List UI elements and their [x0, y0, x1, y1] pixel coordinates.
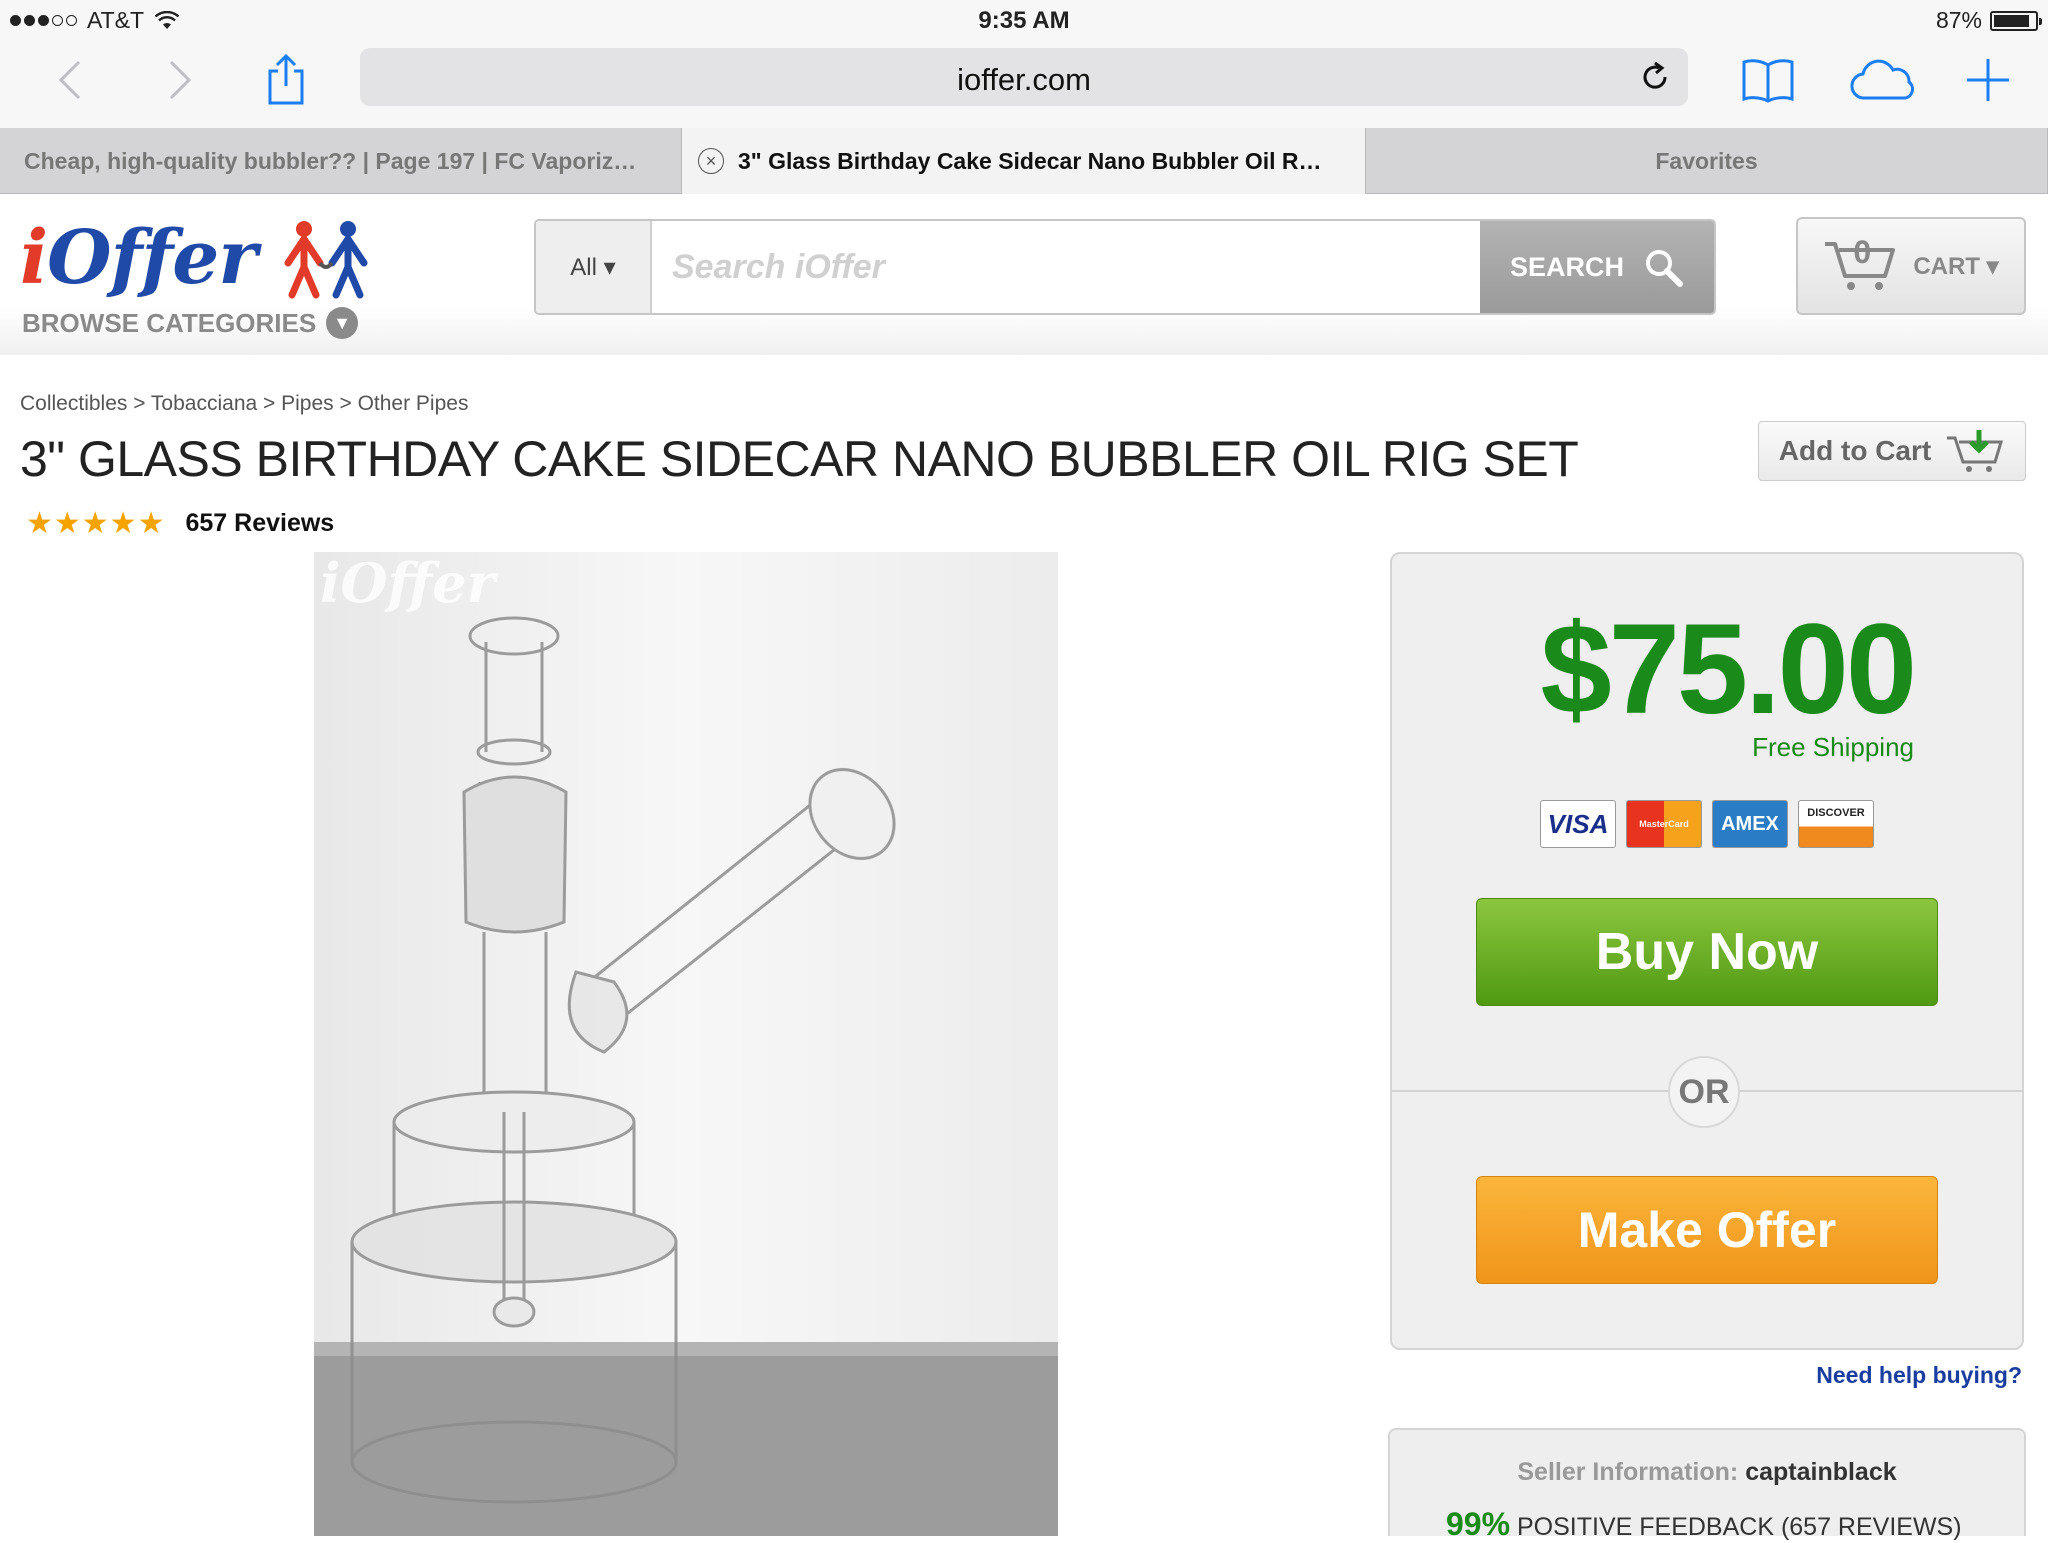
- purchase-panel: $75.00 Free Shipping VISA MasterCard AME…: [1390, 552, 2024, 1350]
- close-tab-icon[interactable]: ×: [698, 148, 724, 174]
- product-image[interactable]: iOffer: [314, 552, 1058, 1536]
- cart-add-icon: [1947, 430, 2004, 472]
- status-time: 9:35 AM: [978, 7, 1070, 34]
- search-button-label: SEARCH: [1509, 251, 1624, 282]
- seller-info-label: Seller Information:: [1517, 1458, 1739, 1486]
- price: $75.00: [1540, 598, 1917, 741]
- add-to-cart-button[interactable]: Add to Cart: [1758, 421, 2026, 481]
- product-title: 3" GLASS BIRTHDAY CAKE SIDECAR NANO BUBB…: [20, 431, 1579, 487]
- icloud-tabs-icon[interactable]: [1848, 50, 1920, 110]
- add-to-cart-label: Add to Cart: [1778, 435, 1932, 466]
- search-bar: All ▾ SEARCH: [534, 219, 1716, 315]
- tab-label: Cheap, high-quality bubbler?? | Page 197…: [24, 147, 637, 174]
- or-separator: OR: [1668, 1056, 1740, 1128]
- logo-people-icon: [284, 221, 368, 299]
- tab-favorites[interactable]: Favorites: [1366, 128, 2048, 194]
- browse-categories-button[interactable]: BROWSE CATEGORIES ▼: [22, 307, 359, 339]
- search-input[interactable]: [652, 221, 1480, 313]
- back-icon[interactable]: [40, 50, 100, 110]
- tab-ioffer-product[interactable]: × 3" Glass Birthday Cake Sidecar Nano Bu…: [682, 128, 1366, 194]
- visa-icon: VISA: [1540, 800, 1616, 848]
- address-bar[interactable]: ioffer.com: [360, 48, 1688, 106]
- browser-toolbar: ioffer.com: [0, 40, 2048, 128]
- reload-icon[interactable]: [1638, 60, 1672, 94]
- amex-icon: AMEX: [1712, 800, 1788, 848]
- shipping-info: Free Shipping: [1752, 732, 1914, 762]
- ioffer-logo[interactable]: iOffer: [20, 215, 368, 301]
- feedback-percent: 99%: [1446, 1506, 1511, 1542]
- status-bar: AT&T 9:35 AM 87%: [0, 0, 2048, 40]
- search-icon: [1646, 250, 1683, 287]
- feedback-text: POSITIVE FEEDBACK (657 REVIEWS): [1517, 1513, 1962, 1541]
- site-header: iOffer BROWSE CATEGORIES ▼ All ▾ SEARCH …: [0, 195, 2048, 355]
- battery-icon: [1990, 10, 2042, 31]
- seller-info-panel: Seller Information: captainblack 99% POS…: [1388, 1428, 2026, 1542]
- reviews-link[interactable]: 657 Reviews: [185, 509, 334, 538]
- cart-label: CART ▾: [1913, 252, 1999, 280]
- cart-icon: 0: [1823, 234, 1899, 296]
- battery-percent: 87%: [1935, 7, 1982, 33]
- cart-button[interactable]: 0 CART ▾: [1796, 217, 2026, 315]
- watermark-text: iOffer: [320, 552, 499, 615]
- discover-icon: DISCOVER: [1798, 800, 1874, 848]
- product-rating: ★★★★★ 657 Reviews: [26, 506, 334, 541]
- tab-label: Favorites: [1655, 147, 1758, 174]
- cart-count: 0: [1853, 234, 1872, 270]
- star-rating-icon: ★★★★★: [26, 507, 166, 540]
- seller-name[interactable]: captainblack: [1745, 1458, 1896, 1486]
- share-icon[interactable]: [256, 50, 316, 110]
- breadcrumb[interactable]: Collectibles > Tobacciana > Pipes > Othe…: [20, 392, 468, 416]
- search-scope-select[interactable]: All ▾: [536, 221, 652, 313]
- chevron-down-icon: ▼: [326, 307, 359, 339]
- need-help-link[interactable]: Need help buying?: [1816, 1362, 2022, 1389]
- tab-bar: Cheap, high-quality bubbler?? | Page 197…: [0, 128, 2048, 194]
- search-button[interactable]: SEARCH: [1480, 221, 1714, 313]
- bookmarks-icon[interactable]: [1738, 50, 1798, 110]
- seller-info: Seller Information: captainblack: [1390, 1458, 2024, 1487]
- mastercard-icon: MasterCard: [1626, 800, 1702, 848]
- seller-feedback: 99% POSITIVE FEEDBACK (657 REVIEWS): [1446, 1506, 1962, 1543]
- browse-categories-label: BROWSE CATEGORIES: [22, 307, 317, 338]
- url-text[interactable]: ioffer.com: [360, 62, 1688, 98]
- tab-label: 3" Glass Birthday Cake Sidecar Nano Bubb…: [738, 147, 1322, 174]
- forward-icon[interactable]: [150, 50, 210, 110]
- payment-cards: VISA MasterCard AMEX DISCOVER: [1540, 800, 1874, 848]
- buy-now-button[interactable]: Buy Now: [1476, 898, 1938, 1006]
- tab-fc-vaporizer[interactable]: Cheap, high-quality bubbler?? | Page 197…: [0, 128, 682, 194]
- battery-indicator: 87%: [1935, 7, 2042, 34]
- make-offer-button[interactable]: Make Offer: [1476, 1176, 1938, 1284]
- new-tab-icon[interactable]: [1958, 50, 2018, 110]
